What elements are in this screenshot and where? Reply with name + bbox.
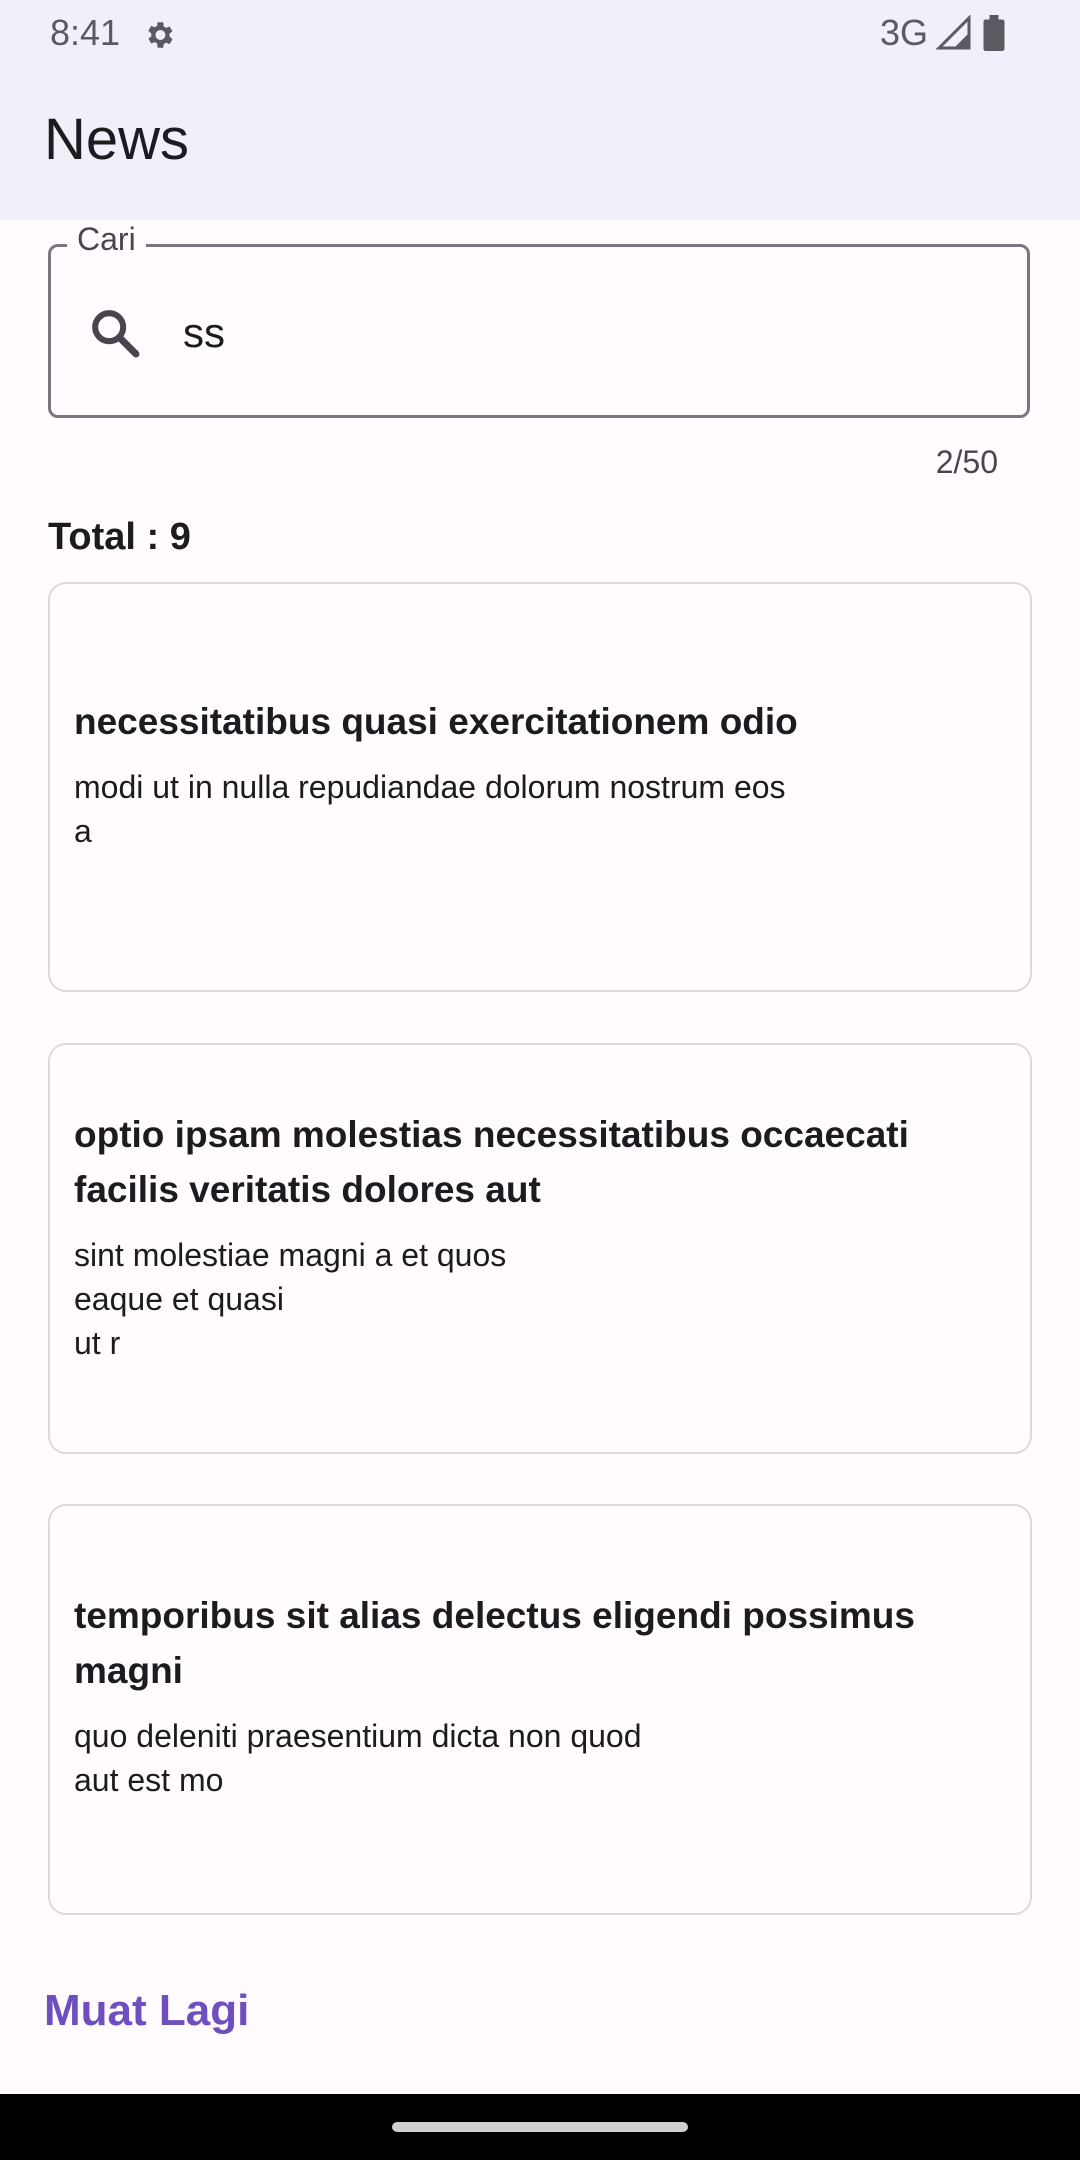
news-card-title: necessitatibus quasi exercitationem odio bbox=[74, 701, 798, 742]
search-label: Cari bbox=[67, 221, 146, 258]
settings-gear-icon bbox=[148, 22, 173, 48]
load-more-button[interactable]: Muat Lagi bbox=[44, 1986, 249, 2036]
news-card-title: temporibus sit alias delectus eligendi p… bbox=[74, 1595, 915, 1691]
system-navigation-bar bbox=[0, 2094, 1080, 2160]
results-total: Total : 9 bbox=[48, 516, 191, 558]
search-icon bbox=[92, 310, 140, 358]
news-card-content: optio ipsam molestias necessitatibus occ… bbox=[74, 1107, 990, 1365]
character-counter: 2/50 bbox=[935, 444, 998, 480]
home-gesture-handle[interactable] bbox=[392, 2122, 688, 2132]
status-time: 8:41 bbox=[50, 12, 121, 53]
news-card[interactable]: necessitatibus quasi exercitationem odio… bbox=[48, 582, 1032, 992]
news-card-content: temporibus sit alias delectus eligendi p… bbox=[74, 1588, 990, 1802]
battery-icon bbox=[983, 15, 1005, 51]
news-card-content: necessitatibus quasi exercitationem odio… bbox=[74, 694, 990, 853]
status-indicators: 3G bbox=[880, 12, 1008, 54]
search-field[interactable]: Cari ss bbox=[48, 221, 1030, 418]
app-bar: News bbox=[0, 66, 1080, 220]
news-card[interactable]: temporibus sit alias delectus eligendi p… bbox=[48, 1504, 1032, 1915]
status-bar: 8:41 3G bbox=[0, 0, 1080, 66]
news-card[interactable]: optio ipsam molestias necessitatibus occ… bbox=[48, 1043, 1032, 1454]
page-title: News bbox=[44, 107, 190, 172]
signal-icon bbox=[936, 15, 971, 50]
news-card-title: optio ipsam molestias necessitatibus occ… bbox=[74, 1114, 909, 1210]
news-card-body: quo deleniti praesentium dicta non quod … bbox=[74, 1718, 642, 1798]
network-type: 3G bbox=[879, 12, 928, 53]
search-input[interactable]: ss bbox=[183, 309, 225, 357]
news-card-body: sint molestiae magni a et quos eaque et … bbox=[74, 1237, 507, 1361]
news-card-body: modi ut in nulla repudiandae dolorum nos… bbox=[74, 769, 786, 849]
